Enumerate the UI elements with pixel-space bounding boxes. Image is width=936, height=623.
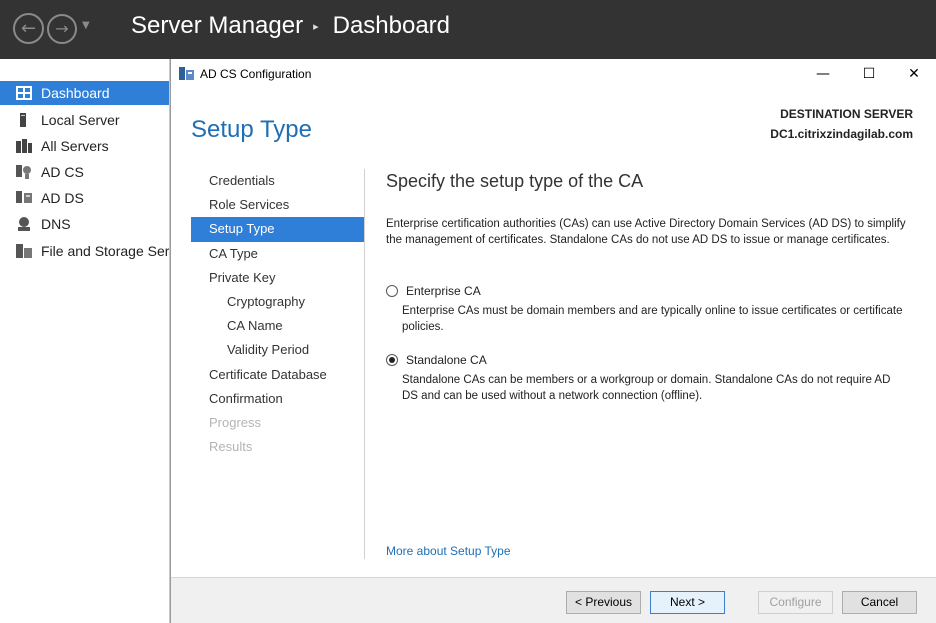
content-heading: Specify the setup type of the CA <box>386 171 644 191</box>
standalone-ca-description: Standalone CAs can be members or a workg… <box>402 374 891 402</box>
step-certificate-database[interactable]: Certificate Database <box>191 363 364 387</box>
cancel-button[interactable]: Cancel <box>842 591 917 614</box>
arrow-left-icon: ← <box>20 18 37 39</box>
previous-button[interactable]: < Previous <box>566 591 641 614</box>
enterprise-ca-radio[interactable] <box>386 285 398 297</box>
standalone-ca-label[interactable]: Standalone CA <box>406 353 487 367</box>
sidebar-item-label: DNS <box>41 216 71 232</box>
sidebar: Dashboard Local Server All Servers AD CS… <box>0 59 170 623</box>
destination-server-label: DESTINATION SERVER <box>780 107 913 121</box>
step-ca-type[interactable]: CA Type <box>191 242 364 266</box>
ad-cs-app-icon <box>179 67 194 80</box>
breadcrumb-app: Server Manager <box>131 12 304 39</box>
maximize-button[interactable]: ☐ <box>854 63 884 85</box>
ad-cs-configuration-dialog: AD CS Configuration — ☐ ✕ Setup Type DES… <box>170 59 936 623</box>
back-button[interactable]: ← <box>13 13 44 44</box>
step-cryptography[interactable]: Cryptography <box>191 290 364 314</box>
enterprise-ca-description: Enterprise CAs must be domain members an… <box>402 305 903 333</box>
history-dropdown-icon[interactable]: ▼ <box>82 20 90 31</box>
dashboard-icon <box>16 86 32 100</box>
adcs-icon <box>16 165 31 179</box>
content-description: Enterprise certification authorities (CA… <box>386 218 906 246</box>
sidebar-item-ad-ds[interactable]: AD DS <box>0 186 169 210</box>
wizard-steps: Credentials Role Services Setup Type CA … <box>191 169 364 459</box>
configure-button: Configure <box>758 591 833 614</box>
sidebar-item-all-servers[interactable]: All Servers <box>0 134 169 158</box>
sidebar-item-local-server[interactable]: Local Server <box>0 108 169 132</box>
minimize-button[interactable]: — <box>808 63 838 85</box>
next-button[interactable]: Next > <box>650 591 725 614</box>
sidebar-item-label: AD DS <box>41 190 84 206</box>
breadcrumb-page: Dashboard <box>332 12 451 39</box>
step-ca-name[interactable]: CA Name <box>191 314 364 338</box>
enterprise-ca-option: Enterprise CA Enterprise CAs must be dom… <box>386 283 906 335</box>
sidebar-item-ad-cs[interactable]: AD CS <box>0 160 169 184</box>
close-button[interactable]: ✕ <box>899 63 929 85</box>
destination-server-value: DC1.citrixzindagilab.com <box>770 127 913 141</box>
breadcrumb: Server Manager ▸ Dashboard <box>131 12 450 40</box>
dialog-title: AD CS Configuration <box>200 67 312 81</box>
adds-icon <box>16 191 32 203</box>
dns-icon <box>18 217 30 231</box>
more-about-setup-type-link[interactable]: More about Setup Type <box>386 544 511 558</box>
step-setup-type[interactable]: Setup Type <box>191 217 364 242</box>
sidebar-item-label: Local Server <box>41 112 120 128</box>
sidebar-item-dns[interactable]: DNS <box>0 212 169 236</box>
standalone-ca-radio[interactable] <box>386 354 398 366</box>
sidebar-item-label: AD CS <box>41 164 84 180</box>
maximize-icon: ☐ <box>862 66 876 82</box>
server-manager-header: ← → ▼ Server Manager ▸ Dashboard <box>0 0 936 59</box>
step-confirmation[interactable]: Confirmation <box>191 387 364 411</box>
step-role-services[interactable]: Role Services <box>191 193 364 217</box>
standalone-ca-option: Standalone CA Standalone CAs can be memb… <box>386 352 906 404</box>
step-validity-period[interactable]: Validity Period <box>191 338 364 362</box>
server-icon <box>20 113 26 127</box>
step-results: Results <box>209 439 253 455</box>
step-credentials[interactable]: Credentials <box>191 169 364 193</box>
servers-icon <box>16 139 32 153</box>
sidebar-item-file-and-storage[interactable]: File and Storage Serv <box>0 239 169 263</box>
page-title: Setup Type <box>191 116 312 143</box>
breadcrumb-separator-icon: ▸ <box>313 20 319 33</box>
close-icon: ✕ <box>908 66 920 82</box>
sidebar-item-label: File and Storage Serv <box>41 243 169 259</box>
sidebar-item-label: Dashboard <box>41 85 110 101</box>
dialog-footer: < Previous Next > Configure Cancel <box>171 577 936 623</box>
dialog-titlebar[interactable]: AD CS Configuration — ☐ ✕ <box>171 59 936 89</box>
storage-icon <box>16 244 32 258</box>
enterprise-ca-label[interactable]: Enterprise CA <box>406 284 481 298</box>
setup-type-content: Specify the setup type of the CA Enterpr… <box>386 171 916 402</box>
minimize-icon: — <box>816 66 830 82</box>
sidebar-item-label: All Servers <box>41 138 109 154</box>
step-private-key[interactable]: Private Key <box>191 266 364 290</box>
steps-divider <box>364 169 365 559</box>
arrow-right-icon: → <box>55 19 69 38</box>
forward-button[interactable]: → <box>47 14 77 44</box>
step-progress: Progress <box>209 414 262 430</box>
sidebar-item-dashboard[interactable]: Dashboard <box>0 81 169 105</box>
